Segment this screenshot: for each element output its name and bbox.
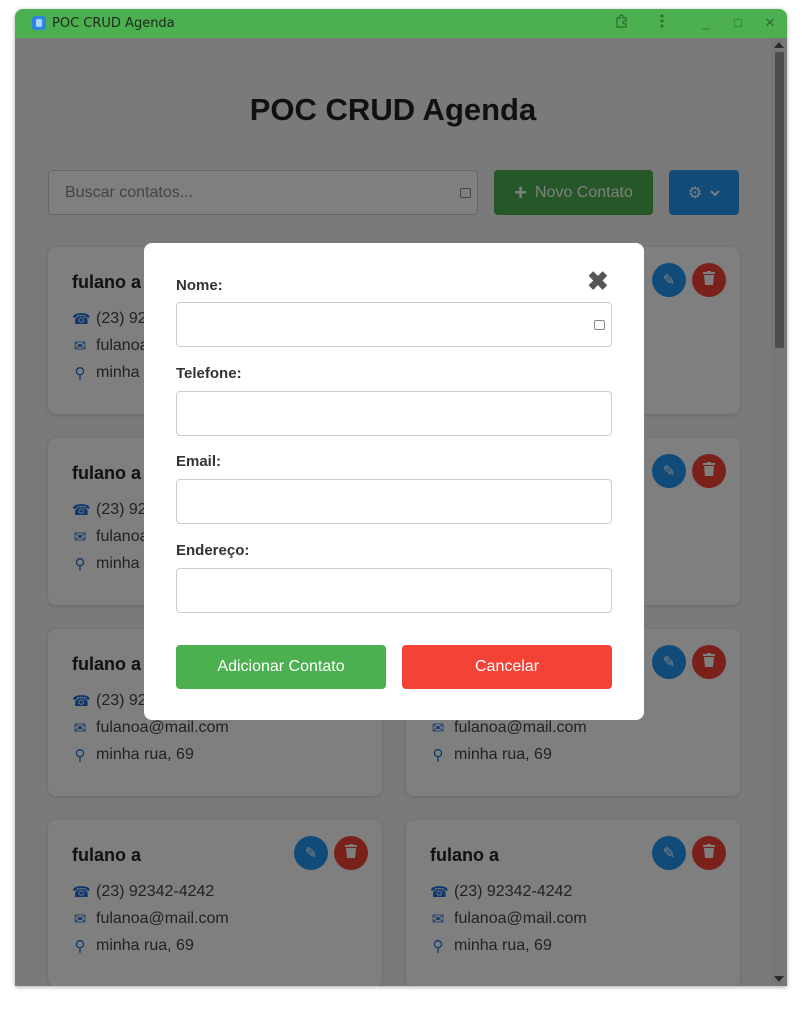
maximize-button[interactable]: □ xyxy=(729,14,747,32)
email-input[interactable] xyxy=(177,480,611,523)
app-window: POC CRUD Agenda _ □ ✕ POC CRUD Agenda + … xyxy=(15,9,787,986)
phone-field-wrapper[interactable] xyxy=(176,391,612,436)
name-input[interactable] xyxy=(177,303,611,346)
email-label: Email: xyxy=(176,453,222,470)
name-label: Nome: xyxy=(176,277,223,294)
name-field-wrapper[interactable] xyxy=(176,302,612,347)
title-bar[interactable]: POC CRUD Agenda _ □ ✕ xyxy=(15,9,787,38)
phone-input[interactable] xyxy=(177,392,611,435)
address-label: Endereço: xyxy=(176,542,250,559)
add-contact-modal: ✖ Nome: Telefone: Email: Endereço: Adici… xyxy=(144,243,644,720)
close-button[interactable]: ✕ xyxy=(761,14,779,32)
cancel-button[interactable]: Cancelar xyxy=(402,645,612,689)
close-icon[interactable]: ✖ xyxy=(587,268,609,294)
app-icon xyxy=(32,16,46,30)
address-input[interactable] xyxy=(177,569,611,612)
email-field-wrapper[interactable] xyxy=(176,479,612,524)
more-vertical-icon[interactable] xyxy=(653,14,671,32)
add-contact-button[interactable]: Adicionar Contato xyxy=(176,645,386,689)
window-title: POC CRUD Agenda xyxy=(52,16,175,31)
contact-card-icon xyxy=(594,320,605,330)
minimize-button[interactable]: _ xyxy=(697,14,715,32)
address-field-wrapper[interactable] xyxy=(176,568,612,613)
puzzle-icon[interactable] xyxy=(613,14,631,32)
phone-label: Telefone: xyxy=(176,365,242,382)
